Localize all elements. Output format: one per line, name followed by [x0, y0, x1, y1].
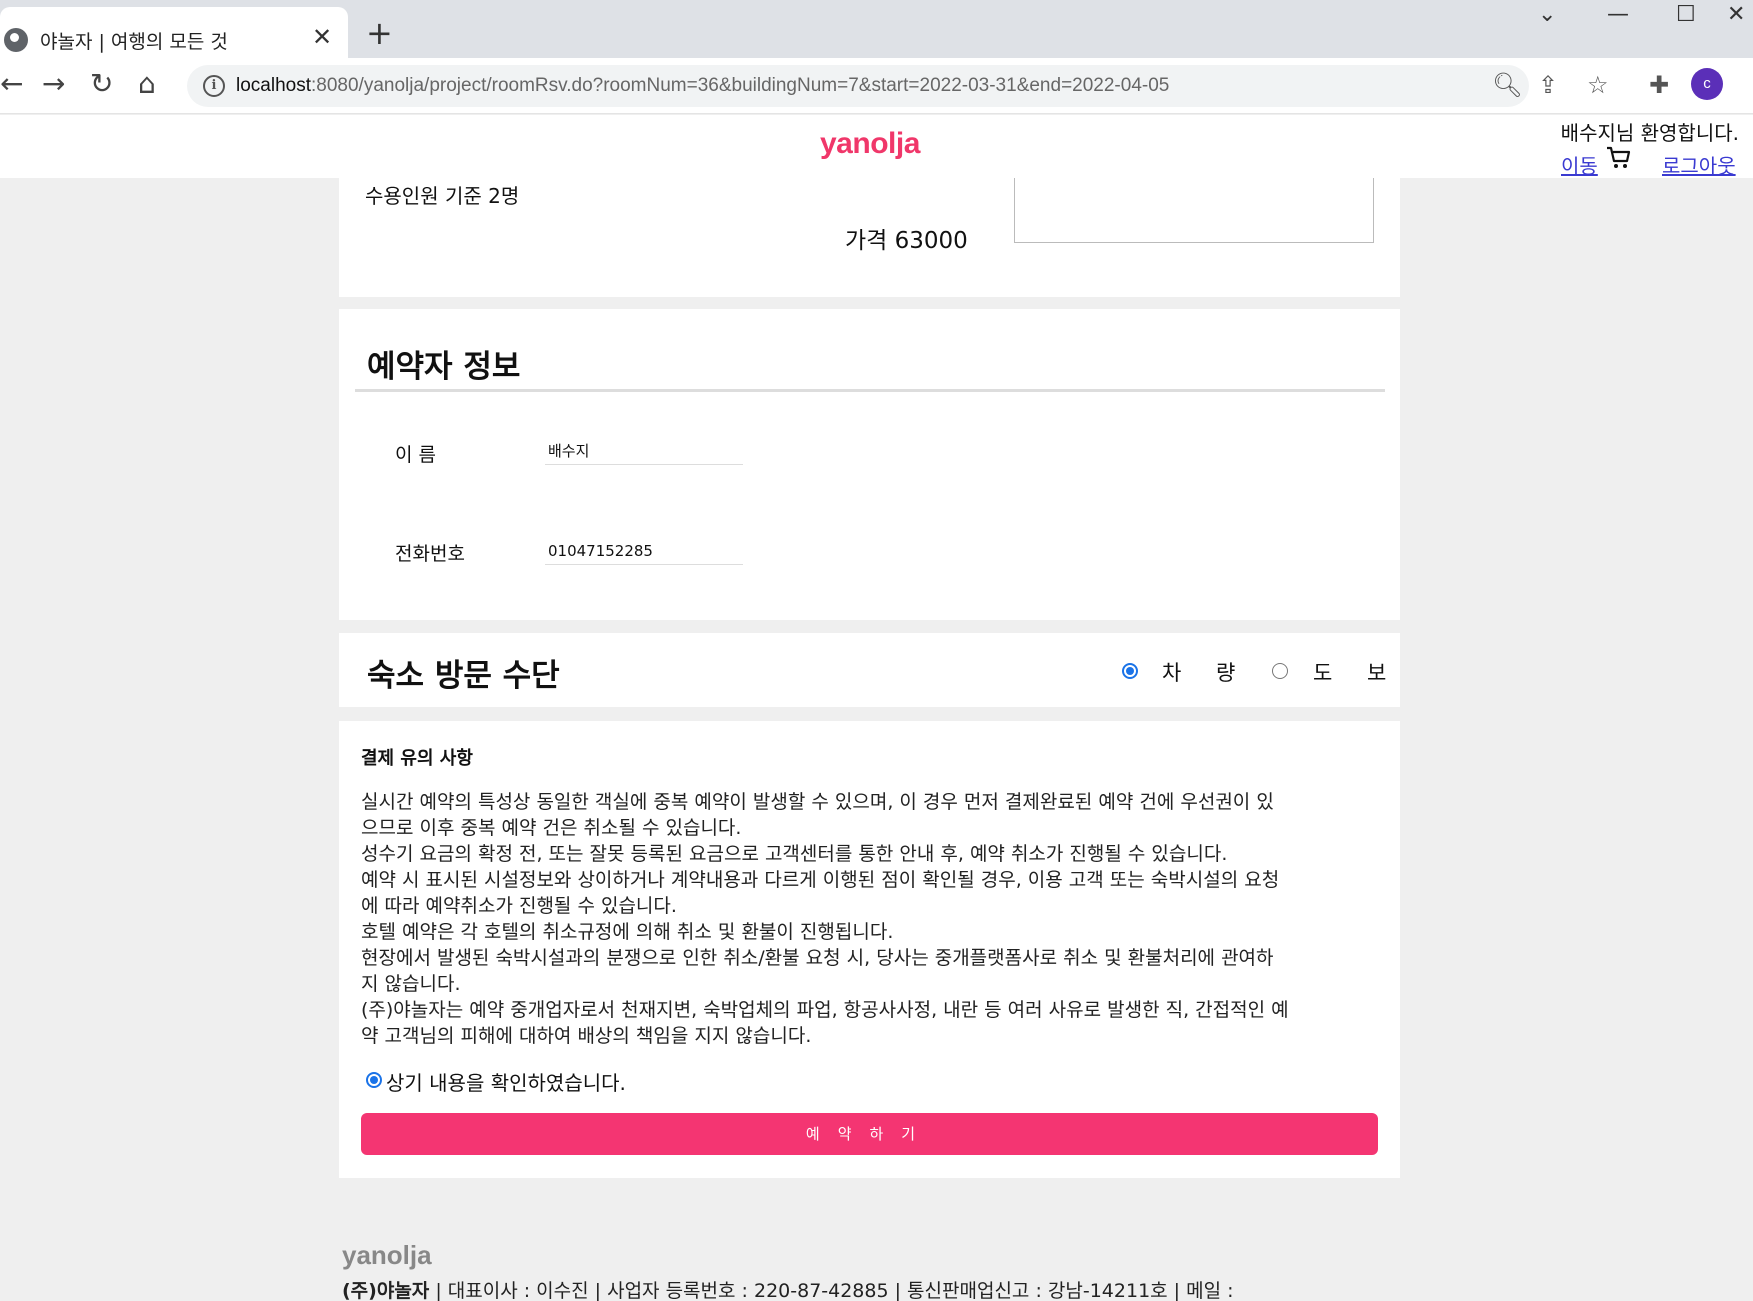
tab-title: 야놀자 | 여행의 모든 것 — [40, 31, 228, 53]
zoom-icon[interactable]: 🔍︎ — [1492, 71, 1522, 99]
room-summary-panel: 수용인원 기준 2명 가격 63000 — [339, 178, 1400, 297]
move-link[interactable]: 이동 — [1561, 150, 1598, 179]
bookmark-star-icon[interactable]: ☆ — [1587, 71, 1609, 99]
yanolja-logo[interactable]: yanolja — [820, 127, 920, 161]
name-label: 이 름 — [395, 444, 436, 466]
address-bar[interactable]: i localhost:8080/yanolja/project/roomRsv… — [187, 65, 1529, 107]
booker-info-title: 예약자 정보 — [367, 349, 521, 385]
notice-line: 약 고객님의 피해에 대하여 배상의 책임을 지지 않습니다. — [361, 1025, 812, 1047]
extensions-icon[interactable]: ✚ — [1649, 71, 1669, 99]
home-icon[interactable]: ⌂ — [138, 67, 156, 100]
room-image-box — [1014, 178, 1374, 243]
footer-logo: yanolja — [342, 1240, 432, 1270]
back-icon[interactable]: ← — [0, 67, 23, 100]
name-input[interactable] — [545, 437, 743, 465]
confirm-label[interactable]: 상기 내용을 확인하였습니다. — [386, 1067, 626, 1096]
site-header: yanolja 배수지님 환영합니다. 이동 로그아웃 — [0, 115, 1753, 178]
notice-line: 지 않습니다. — [361, 973, 461, 995]
reserve-button[interactable]: 예약하기 — [361, 1113, 1378, 1155]
browser-tabbar: 야놀자 | 여행의 모든 것 ✕ + ⌄ — ☐ ✕ — [0, 0, 1753, 58]
tab-search-icon[interactable]: ⌄ — [1538, 2, 1556, 27]
room-price: 가격 63000 — [845, 228, 968, 254]
cart-icon[interactable] — [1606, 145, 1632, 171]
profile-avatar[interactable]: c — [1691, 68, 1723, 100]
notice-line: 호텔 예약은 각 호텔의 취소규정에 의해 취소 및 환불이 진행됩니다. — [361, 921, 894, 943]
logout-link[interactable]: 로그아웃 — [1662, 150, 1736, 179]
globe-icon — [4, 28, 28, 52]
room-capacity: 수용인원 기준 2명 — [365, 184, 520, 208]
close-tab-icon[interactable]: ✕ — [312, 23, 332, 51]
car-radio-label[interactable]: 차 량 — [1162, 657, 1249, 687]
notice-line: 에 따라 예약취소가 진행될 수 있습니다. — [361, 895, 677, 917]
url-text[interactable]: localhost:8080/yanolja/project/roomRsv.d… — [236, 75, 1169, 97]
minimize-icon[interactable]: — — [1607, 2, 1629, 27]
footer-company-name: (주)야놀자 — [342, 1280, 430, 1301]
notice-line: 실시간 예약의 특성상 동일한 객실에 중복 예약이 발생할 수 있으며, 이 … — [361, 791, 1274, 813]
forward-icon[interactable]: → — [42, 67, 65, 100]
browser-tab[interactable]: 야놀자 | 여행의 모든 것 ✕ — [0, 7, 348, 58]
browser-toolbar: ← → ↻ ⌂ i localhost:8080/yanolja/project… — [0, 58, 1753, 114]
confirm-radio[interactable] — [366, 1072, 382, 1088]
visit-method-title: 숙소 방문 수단 — [367, 658, 560, 694]
maximize-icon[interactable]: ☐ — [1676, 2, 1696, 27]
phone-label: 전화번호 — [395, 543, 465, 565]
phone-input[interactable] — [545, 537, 743, 565]
visit-method-panel: 숙소 방문 수단 차 량 도 보 — [339, 633, 1400, 707]
reload-icon[interactable]: ↻ — [90, 67, 113, 100]
payment-notice-title: 결제 유의 사항 — [361, 748, 473, 769]
notice-line: 으므로 이후 중복 예약 건은 취소될 수 있습니다. — [361, 817, 742, 839]
share-icon[interactable]: ⇪ — [1538, 71, 1558, 99]
site-info-icon[interactable]: i — [203, 75, 225, 97]
walk-radio[interactable] — [1272, 663, 1288, 679]
notice-line: 성수기 요금의 확정 전, 또는 잘못 등록된 요금으로 고객센터를 통한 안내… — [361, 843, 1228, 865]
footer-details: | 대표이사 : 이수진 | 사업자 등록번호 : 220-87-42885 |… — [429, 1280, 1234, 1301]
payment-notice-panel: 결제 유의 사항 실시간 예약의 특성상 동일한 객실에 중복 예약이 발생할 … — [339, 721, 1400, 1178]
car-radio[interactable] — [1122, 663, 1138, 679]
window-close-icon[interactable]: ✕ — [1727, 2, 1745, 27]
notice-line: 예약 시 표시된 시설정보와 상이하거나 계약내용과 다르게 이행된 점이 확인… — [361, 869, 1280, 891]
new-tab-icon[interactable]: + — [366, 14, 393, 52]
notice-line: (주)야놀자는 예약 중개업자로서 천재지변, 숙박업체의 파업, 항공사사정,… — [361, 999, 1289, 1021]
notice-line: 현장에서 발생된 숙박시설과의 분쟁으로 인한 취소/환불 요청 시, 당사는 … — [361, 947, 1274, 969]
walk-radio-label[interactable]: 도 보 — [1313, 657, 1400, 687]
footer-company-info: (주)야놀자 | 대표이사 : 이수진 | 사업자 등록번호 : 220-87-… — [342, 1276, 1234, 1301]
welcome-message: 배수지님 환영합니다. — [1560, 121, 1739, 145]
title-divider — [355, 389, 1385, 392]
booker-info-panel: 예약자 정보 이 름 전화번호 — [339, 309, 1400, 620]
